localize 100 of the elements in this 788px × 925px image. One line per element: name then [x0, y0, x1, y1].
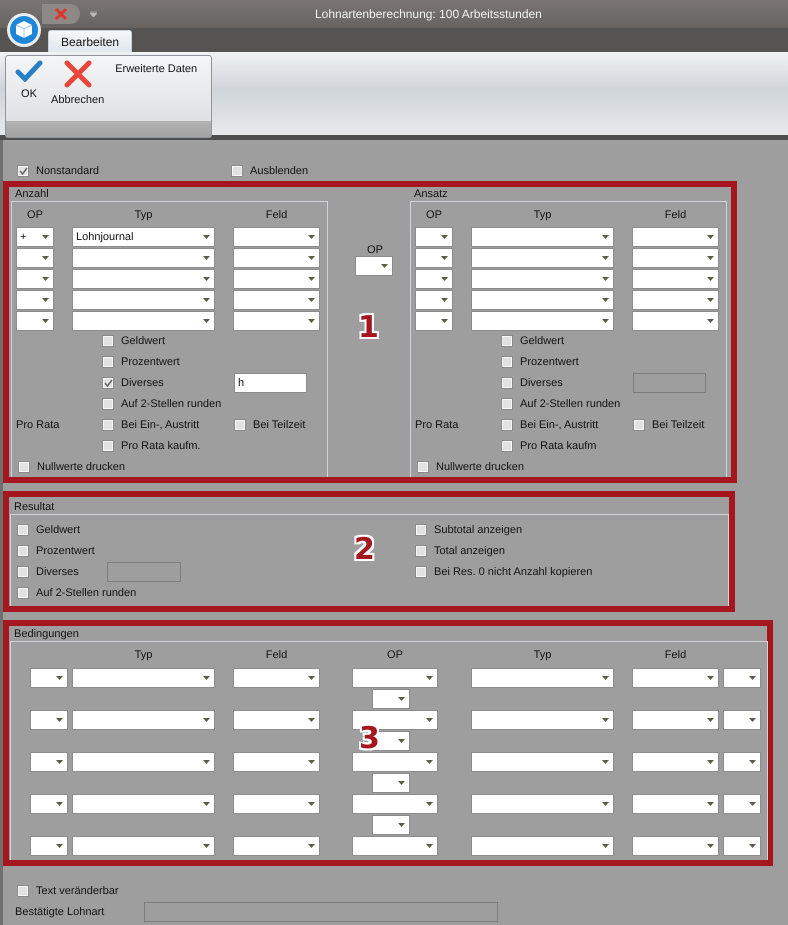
- checkbox[interactable]: [102, 356, 114, 368]
- dropdown[interactable]: [723, 836, 761, 856]
- checkbox[interactable]: [17, 524, 29, 536]
- dropdown[interactable]: [372, 773, 410, 793]
- dropdown[interactable]: [415, 248, 453, 268]
- dropdown[interactable]: [233, 311, 320, 331]
- dropdown[interactable]: [16, 248, 54, 268]
- checkbox[interactable]: [415, 544, 427, 556]
- dropdown[interactable]: [233, 668, 320, 688]
- checkbox[interactable]: [501, 398, 513, 410]
- dropdown[interactable]: [72, 836, 215, 856]
- checkbox[interactable]: [501, 356, 513, 368]
- caret-icon[interactable]: [90, 11, 97, 17]
- checkbox[interactable]: [18, 460, 30, 472]
- dropdown[interactable]: [471, 227, 614, 247]
- dropdown[interactable]: [30, 752, 68, 772]
- dropdown[interactable]: [352, 794, 438, 814]
- dropdown[interactable]: [632, 290, 719, 310]
- dropdown[interactable]: [352, 836, 438, 856]
- dropdown[interactable]: [30, 794, 68, 814]
- checkbox[interactable]: [17, 544, 29, 556]
- checkbox[interactable]: [231, 165, 243, 177]
- dropdown[interactable]: +: [16, 227, 54, 247]
- dropdown[interactable]: [16, 311, 54, 331]
- checkbox[interactable]: [234, 418, 246, 430]
- dropdown[interactable]: [471, 752, 614, 772]
- dropdown[interactable]: [233, 710, 320, 730]
- dropdown[interactable]: [632, 248, 719, 268]
- dropdown[interactable]: [72, 710, 215, 730]
- dropdown[interactable]: [72, 668, 215, 688]
- dropdown[interactable]: [471, 269, 614, 289]
- dropdown[interactable]: [72, 794, 215, 814]
- checkbox[interactable]: [633, 418, 645, 430]
- checkbox[interactable]: [501, 418, 513, 430]
- column-header: Typ: [534, 649, 552, 661]
- dropdown[interactable]: [632, 269, 719, 289]
- dropdown[interactable]: [352, 752, 438, 772]
- dropdown[interactable]: [723, 794, 761, 814]
- checkbox[interactable]: [17, 884, 29, 896]
- cancel-button[interactable]: Abbrechen: [48, 58, 108, 112]
- dropdown[interactable]: [72, 248, 215, 268]
- dropdown[interactable]: [233, 248, 320, 268]
- dropdown[interactable]: [372, 689, 410, 709]
- dropdown[interactable]: [471, 710, 614, 730]
- dropdown[interactable]: [233, 794, 320, 814]
- checkbox[interactable]: [102, 376, 114, 388]
- dropdown[interactable]: [471, 311, 614, 331]
- dropdown[interactable]: [72, 290, 215, 310]
- dropdown[interactable]: [72, 269, 215, 289]
- dropdown[interactable]: [30, 710, 68, 730]
- dropdown[interactable]: [233, 752, 320, 772]
- dropdown[interactable]: [471, 668, 614, 688]
- dropdown[interactable]: [233, 836, 320, 856]
- dropdown[interactable]: [16, 290, 54, 310]
- checkbox[interactable]: [501, 376, 513, 388]
- dropdown[interactable]: [632, 836, 719, 856]
- dropdown[interactable]: [723, 752, 761, 772]
- checkbox[interactable]: [102, 398, 114, 410]
- checkbox[interactable]: [102, 440, 114, 452]
- checkbox[interactable]: [417, 460, 429, 472]
- ok-button[interactable]: OK: [12, 58, 46, 112]
- dropdown[interactable]: [415, 227, 453, 247]
- checkbox[interactable]: [415, 524, 427, 536]
- dropdown[interactable]: [372, 815, 410, 835]
- checkbox[interactable]: [102, 418, 114, 430]
- dropdown[interactable]: [233, 290, 320, 310]
- checkbox[interactable]: [501, 334, 513, 346]
- dropdown[interactable]: [723, 710, 761, 730]
- dropdown[interactable]: [632, 710, 719, 730]
- dropdown[interactable]: [415, 269, 453, 289]
- dropdown[interactable]: [632, 227, 719, 247]
- dropdown[interactable]: [16, 269, 54, 289]
- dropdown[interactable]: [632, 794, 719, 814]
- checkbox[interactable]: [102, 334, 114, 346]
- dropdown[interactable]: [30, 836, 68, 856]
- checkbox[interactable]: [501, 440, 513, 452]
- checkbox[interactable]: [17, 165, 29, 177]
- dropdown[interactable]: [72, 752, 215, 772]
- dropdown[interactable]: [72, 311, 215, 331]
- checkbox[interactable]: [415, 566, 427, 578]
- checkbox[interactable]: [17, 586, 29, 598]
- dropdown[interactable]: [471, 794, 614, 814]
- dropdown[interactable]: [30, 668, 68, 688]
- dropdown[interactable]: [355, 256, 393, 276]
- dropdown[interactable]: [352, 668, 438, 688]
- dropdown[interactable]: [632, 668, 719, 688]
- dropdown[interactable]: [471, 836, 614, 856]
- input-field[interactable]: h: [234, 372, 307, 392]
- dropdown[interactable]: [233, 269, 320, 289]
- ribbon-tab[interactable]: Bearbeiten: [48, 30, 132, 52]
- dropdown[interactable]: [471, 290, 614, 310]
- dropdown[interactable]: [723, 668, 761, 688]
- dropdown[interactable]: [471, 248, 614, 268]
- dropdown[interactable]: [415, 311, 453, 331]
- checkbox[interactable]: [17, 566, 29, 578]
- dropdown[interactable]: [632, 752, 719, 772]
- dropdown[interactable]: [233, 227, 320, 247]
- dropdown[interactable]: [632, 311, 719, 331]
- dropdown[interactable]: Lohnjournal: [72, 227, 215, 247]
- dropdown[interactable]: [415, 290, 453, 310]
